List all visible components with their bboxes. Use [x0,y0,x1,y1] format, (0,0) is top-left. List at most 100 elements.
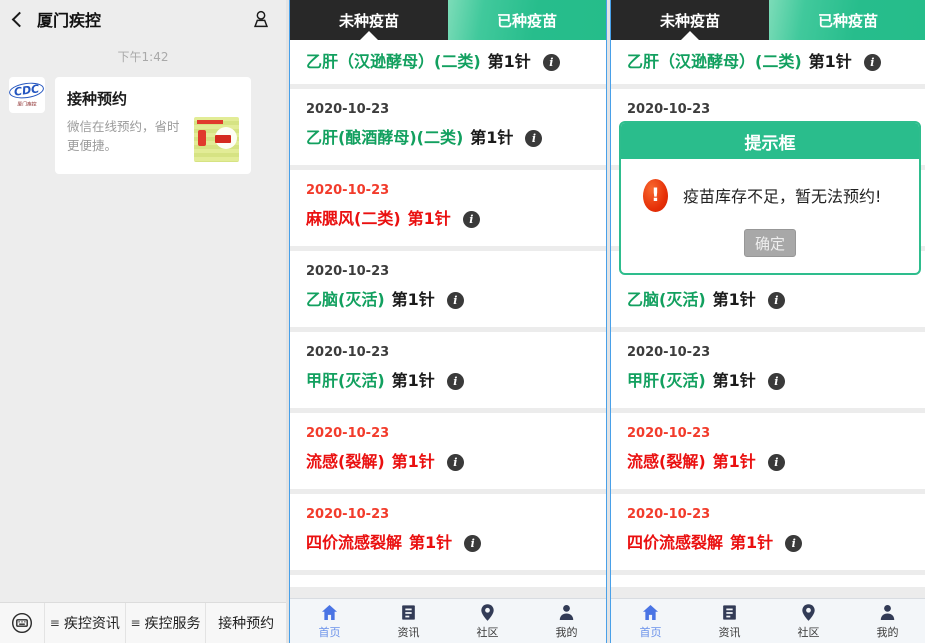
nav-item-news[interactable]: 资讯 [369,599,448,643]
tab-vaccinated[interactable]: 已种疫苗 [448,0,606,40]
vaccine-dose: 第1针 [713,451,756,473]
vaccine-list-item[interactable]: 2020-10-23 四价流感裂解 第1针 i [290,494,606,570]
info-icon[interactable]: i [864,54,881,71]
vaccine-dose: 第1针 [713,370,756,392]
nav-label: 我的 [877,624,899,640]
menu-item-services[interactable]: ≡ 疾控服务 [125,603,206,643]
tab-unvaccinated[interactable]: 未种疫苗 [611,0,769,40]
avatar-caption: 厦门疾控 [17,99,36,106]
nav-label: 首页 [640,624,662,640]
vaccine-date: 2020-10-23 [306,183,590,198]
vaccine-dose: 第1针 [809,51,852,73]
menu-item-label: 疾控服务 [145,613,201,633]
info-icon[interactable]: i [447,454,464,471]
vaccine-date: 2020-10-23 [306,264,590,279]
vaccine-list-item[interactable]: 2020-10-23 麻腮风(二类) 第1针 i [290,170,606,246]
info-icon[interactable]: i [768,292,785,309]
avatar[interactable]: CDC 厦门疾控 [9,77,45,113]
news-icon [720,603,739,622]
bottom-nav-bar: 首页 资讯 社区 我的 [611,598,925,643]
vaccine-list-item[interactable]: 2020-10-23 乙肝(酿酒酵母)(二类) 第1针 i [290,89,606,165]
dialog-message: 疫苗库存不足，暂无法预约! [683,183,881,207]
message-timestamp: 下午1:42 [0,48,286,65]
vaccine-dose: 第1针 [488,51,531,73]
nav-item-community[interactable]: 社区 [769,599,848,643]
tab-vaccinated[interactable]: 已种疫苗 [769,0,925,40]
vaccine-date: 2020-10-23 [306,345,590,360]
submenu-lines-icon: ≡ [50,616,60,630]
vaccine-list-item[interactable]: 2020-10-23 甲肝(灭活) 第1针 i [290,332,606,408]
info-icon[interactable]: i [463,211,480,228]
alert-dialog: 提示框 ! 疫苗库存不足，暂无法预约! 确定 [619,121,921,275]
vaccine-date: 2020-10-23 [306,426,590,441]
wechat-chat-panel: 厦门疾控 下午1:42 CDC 厦门疾控 接种预约 微信在线预约，省时更便捷。 [0,0,286,643]
info-icon[interactable]: i [447,292,464,309]
back-icon[interactable] [12,11,28,27]
vaccine-list-item[interactable]: 2020-10-23 乙脑(灭活) 第1针 i [290,251,606,327]
info-icon[interactable]: i [525,130,542,147]
article-message-card[interactable]: 接种预约 微信在线预约，省时更便捷。 [55,77,251,174]
vaccine-name: 甲肝(灭活) [627,370,706,392]
info-icon[interactable]: i [447,373,464,390]
news-icon [399,603,418,622]
info-icon[interactable]: i [768,373,785,390]
vaccine-name: 四价流感裂解 [306,532,402,554]
vaccine-dose: 第1针 [730,532,773,554]
vaccine-list-item[interactable]: 2020-10-23 甲肝(灭活) 第1针 i [611,332,925,408]
article-title: 接种预约 [67,88,239,109]
ok-button[interactable]: 确定 [744,229,796,257]
vaccine-dose: 第1针 [392,370,435,392]
info-icon[interactable]: i [464,535,481,552]
vaccine-list-item-partial[interactable] [290,575,606,587]
nav-label: 首页 [319,624,341,640]
chat-title: 厦门疾控 [37,7,101,31]
menu-item-appointment[interactable]: 接种预约 [205,603,286,643]
article-subtitle: 微信在线预约，省时更便捷。 [67,117,194,156]
location-pin-icon [478,603,497,622]
vaccine-list-item[interactable]: 2020-10-23 流感(裂解) 第1针 i [611,413,925,489]
contact-profile-icon[interactable] [250,8,272,30]
nav-label: 资讯 [398,624,420,640]
vaccine-list-item-partial[interactable] [611,575,925,587]
vaccine-list-item[interactable]: 乙肝（汉逊酵母）(二类) 第1针 i [290,40,606,84]
vaccine-dose: 第1针 [408,208,451,230]
nav-item-home[interactable]: 首页 [290,599,369,643]
nav-label: 社区 [477,624,499,640]
vaccine-name: 乙肝(酿酒酵母)(二类) [306,127,463,149]
vaccine-dose: 第1针 [392,289,435,311]
nav-label: 资讯 [719,624,741,640]
vaccine-date: 2020-10-23 [627,426,911,441]
info-icon[interactable]: i [768,454,785,471]
vaccine-dose: 第1针 [713,289,756,311]
menu-item-news[interactable]: ≡ 疾控资讯 [44,603,125,643]
keyboard-toggle-icon[interactable] [0,603,44,643]
nav-item-community[interactable]: 社区 [448,599,527,643]
vaccine-name: 乙肝（汉逊酵母）(二类) [306,51,481,73]
info-icon[interactable]: i [543,54,560,71]
vaccine-date: 2020-10-23 [627,345,911,360]
vaccine-name: 乙脑(灭活) [627,289,706,311]
tab-bar: 未种疫苗 已种疫苗 [290,0,606,40]
nav-item-me[interactable]: 我的 [527,599,606,643]
avatar-logo: CDC [9,80,45,100]
dialog-title: 提示框 [621,123,919,159]
vaccine-name: 麻腮风(二类) [306,208,401,230]
info-icon[interactable]: i [785,535,802,552]
vaccine-dose: 第1针 [470,127,513,149]
article-thumbnail-image [194,117,239,162]
vaccine-date: 2020-10-23 [306,102,590,117]
vaccine-dose: 第1针 [409,532,452,554]
vaccine-list-item[interactable]: 2020-10-23 四价流感裂解 第1针 i [611,494,925,570]
tab-unvaccinated[interactable]: 未种疫苗 [290,0,448,40]
vaccine-list-item[interactable]: 2020-10-23 流感(裂解) 第1针 i [290,413,606,489]
nav-item-news[interactable]: 资讯 [690,599,769,643]
vaccine-name: 乙肝（汉逊酵母）(二类) [627,51,802,73]
vaccine-date: 2020-10-23 [627,507,911,522]
submenu-lines-icon: ≡ [130,616,140,630]
nav-item-home[interactable]: 首页 [611,599,690,643]
nav-item-me[interactable]: 我的 [848,599,925,643]
vaccine-list[interactable]: 乙肝（汉逊酵母）(二类) 第1针 i 2020-10-23 乙肝(酿酒酵母)(二… [290,40,606,598]
vaccine-dose: 第1针 [392,451,435,473]
vaccine-date: 2020-10-23 [306,507,590,522]
vaccine-list-item[interactable]: 乙肝（汉逊酵母）(二类) 第1针 i [611,40,925,84]
